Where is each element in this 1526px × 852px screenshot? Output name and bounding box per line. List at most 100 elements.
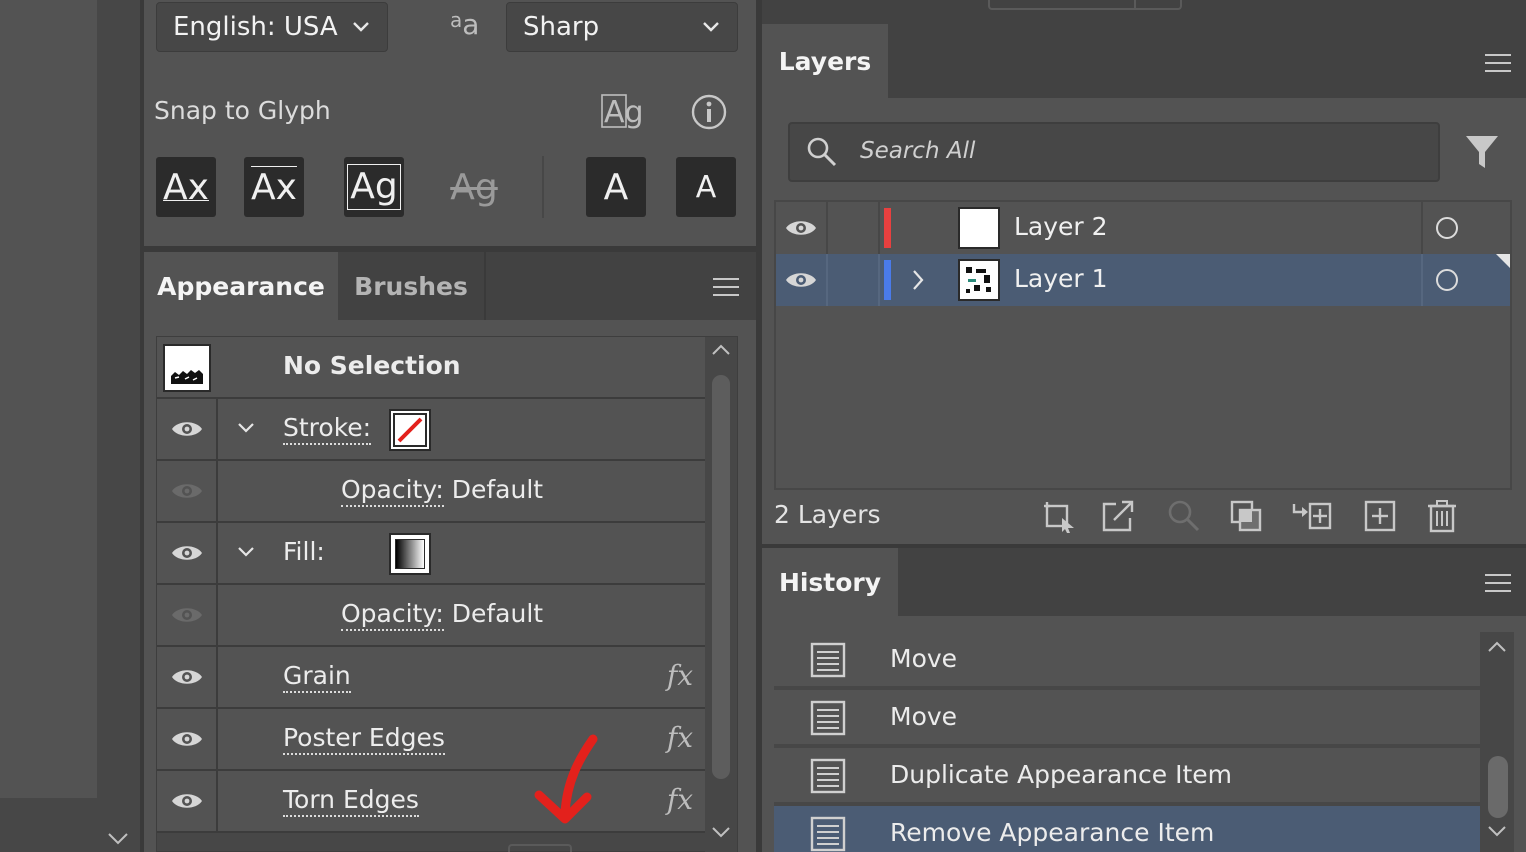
fill-swatch[interactable]: [389, 533, 431, 575]
panel-menu-icon[interactable]: [1485, 54, 1511, 72]
layers-search-input[interactable]: Search All: [788, 122, 1440, 182]
trash-icon[interactable]: [1424, 498, 1460, 534]
effect-label[interactable]: Torn Edges: [283, 785, 419, 817]
layer-color-bar: [884, 208, 891, 248]
snap-angular-label: A: [603, 166, 629, 208]
top-strip: [762, 0, 1526, 24]
tab-appearance[interactable]: Appearance: [144, 252, 338, 320]
chevron-down-icon[interactable]: [237, 545, 255, 559]
snap-anchor-button[interactable]: A: [676, 157, 736, 217]
appearance-tab-bar: Appearance Brushes: [144, 252, 756, 320]
scroll-down-icon[interactable]: [711, 825, 731, 839]
visibility-toggle[interactable]: [157, 461, 218, 521]
resize-handle[interactable]: [508, 844, 572, 852]
appearance-row-fill[interactable]: Fill:: [157, 523, 707, 585]
opacity-value: Default: [451, 475, 544, 504]
fx-icon[interactable]: fx: [667, 783, 693, 816]
history-step-icon: [810, 642, 846, 678]
left-gutter: [97, 0, 140, 852]
visibility-toggle[interactable]: [157, 647, 218, 707]
opacity-label[interactable]: Opacity:: [341, 599, 444, 631]
tab-history[interactable]: History: [762, 548, 898, 616]
scroll-up-icon[interactable]: [711, 343, 731, 357]
stroke-label[interactable]: Stroke:: [283, 413, 372, 445]
scroll-up-icon[interactable]: [1487, 640, 1507, 654]
clipping-mask-icon[interactable]: [1228, 498, 1264, 534]
history-tab-bar: History: [762, 548, 1526, 616]
appearance-scrollbar[interactable]: [705, 337, 737, 852]
opacity-label[interactable]: Opacity:: [341, 475, 444, 507]
effect-label[interactable]: Poster Edges: [283, 723, 445, 755]
history-item-selected[interactable]: Remove Appearance Item: [774, 806, 1480, 852]
history-scrollbar[interactable]: [1480, 632, 1514, 852]
visibility-toggle[interactable]: [157, 399, 218, 459]
antialias-value: Sharp: [523, 12, 600, 42]
annotation-arrow-icon: [534, 734, 598, 824]
panel-menu-icon[interactable]: [713, 278, 739, 296]
layer-name[interactable]: Layer 1: [1014, 264, 1108, 293]
scroll-down-icon[interactable]: [1487, 824, 1507, 838]
new-sublayer-icon[interactable]: [1292, 498, 1334, 534]
antialias-select[interactable]: Sharp: [506, 2, 738, 52]
appearance-row-stroke-opacity[interactable]: Opacity: Default: [157, 461, 707, 523]
language-select[interactable]: English: USA: [156, 2, 388, 52]
filter-icon[interactable]: [1464, 134, 1500, 172]
visibility-toggle[interactable]: [157, 709, 218, 769]
layer-name[interactable]: Layer 2: [1014, 212, 1108, 241]
chevron-down-icon[interactable]: [107, 832, 129, 846]
visibility-toggle[interactable]: [157, 585, 218, 645]
appearance-row-torn-edges[interactable]: Torn Edges fx: [157, 771, 707, 833]
lock-toggle[interactable]: [830, 254, 880, 306]
chevron-down-icon: [703, 22, 719, 32]
snap-proximity-button[interactable]: Ag: [444, 157, 504, 217]
fx-icon[interactable]: fx: [667, 721, 693, 754]
history-item-label: Remove Appearance Item: [890, 818, 1215, 847]
snap-divider: [542, 156, 544, 218]
history-item[interactable]: Move: [774, 632, 1480, 688]
appearance-row-poster-edges[interactable]: Poster Edges fx: [157, 709, 707, 771]
layers-list: Layer 2 Layer 1: [774, 200, 1512, 490]
appearance-row-fill-opacity[interactable]: Opacity: Default: [157, 585, 707, 647]
appearance-row-stroke[interactable]: Stroke:: [157, 399, 707, 461]
tab-layers[interactable]: Layers: [762, 24, 888, 98]
panel-menu-icon[interactable]: [1485, 574, 1511, 592]
stroke-swatch[interactable]: [389, 409, 431, 451]
lock-toggle[interactable]: [830, 202, 880, 254]
scrollbar-thumb[interactable]: [712, 375, 730, 779]
visibility-toggle[interactable]: [776, 202, 828, 254]
layer-row[interactable]: Layer 2: [776, 202, 1510, 254]
chevron-down-icon[interactable]: [237, 421, 255, 435]
chevron-right-icon[interactable]: [910, 268, 926, 292]
collect-for-export-icon[interactable]: [1042, 498, 1078, 534]
appearance-header: No Selection: [283, 351, 461, 380]
tab-brushes[interactable]: Brushes: [338, 252, 484, 320]
export-icon[interactable]: [1100, 498, 1136, 534]
visibility-toggle[interactable]: [776, 254, 828, 306]
opacity-value: Default: [451, 599, 544, 628]
history-item[interactable]: Move: [774, 690, 1480, 746]
snap-angular-button[interactable]: A: [586, 157, 646, 217]
visibility-toggle[interactable]: [157, 523, 218, 583]
target-icon[interactable]: [1436, 269, 1458, 291]
locate-object-icon[interactable]: [1166, 498, 1202, 534]
glyph-guides-icon[interactable]: Ag: [600, 92, 646, 132]
tab-brushes-label: Brushes: [354, 271, 468, 301]
new-layer-icon[interactable]: [1362, 498, 1398, 534]
layer-row-selected[interactable]: Layer 1: [776, 254, 1510, 306]
snap-glyph-bounds-button[interactable]: Ag: [344, 157, 404, 217]
snap-baseline-label: Ax: [163, 166, 209, 208]
fx-icon[interactable]: fx: [667, 659, 693, 692]
info-icon[interactable]: [690, 93, 728, 131]
tab-divider: [484, 252, 486, 320]
effect-label[interactable]: Grain: [283, 661, 351, 693]
history-item[interactable]: Duplicate Appearance Item: [774, 748, 1480, 804]
snap-glyph-bounds-label: Ag: [347, 164, 401, 210]
appearance-row-grain[interactable]: Grain fx: [157, 647, 707, 709]
scrollbar-thumb[interactable]: [1488, 756, 1508, 818]
canvas-edge: [0, 0, 97, 852]
target-icon[interactable]: [1436, 217, 1458, 239]
visibility-toggle[interactable]: [157, 771, 218, 831]
snap-xheight-button[interactable]: Ax: [244, 157, 304, 217]
appearance-panel: No Selection Stroke: Opacity: Default Fi…: [144, 320, 756, 852]
snap-baseline-button[interactable]: Ax: [156, 157, 216, 217]
